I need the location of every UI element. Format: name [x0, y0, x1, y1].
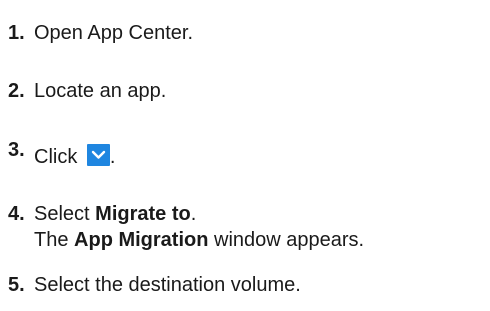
step-number: 1.: [8, 22, 25, 44]
step-number: 5.: [8, 274, 25, 296]
step-2: 2. Locate an app.: [8, 78, 166, 104]
step-5: 5. Select the destination volume.: [8, 272, 301, 298]
ui-term-migrate-to: Migrate to: [95, 203, 191, 225]
step-text: Open App Center.: [34, 22, 194, 44]
ui-term-app-migration: App Migration: [74, 229, 209, 251]
step-text-pre: Click: [34, 146, 83, 168]
step-text: Locate an app.: [34, 80, 167, 102]
step-4-result: The App Migration window appears.: [34, 227, 364, 253]
step-4: 4. Select Migrate to.: [8, 201, 196, 227]
step-number: 4.: [8, 203, 25, 225]
result-text-post: window appears.: [208, 229, 365, 251]
step-text-post: .: [190, 203, 197, 225]
chevron-down-icon: [86, 144, 110, 166]
step-number: 2.: [8, 80, 25, 102]
step-3: 3. Click .: [8, 139, 116, 170]
step-text-post: .: [109, 146, 116, 168]
step-text: Select the destination volume.: [34, 274, 301, 296]
step-number: 3.: [8, 139, 25, 161]
result-text-pre: The: [34, 229, 75, 251]
step-text-pre: Select: [34, 203, 96, 225]
step-1: 1. Open App Center.: [8, 20, 193, 46]
